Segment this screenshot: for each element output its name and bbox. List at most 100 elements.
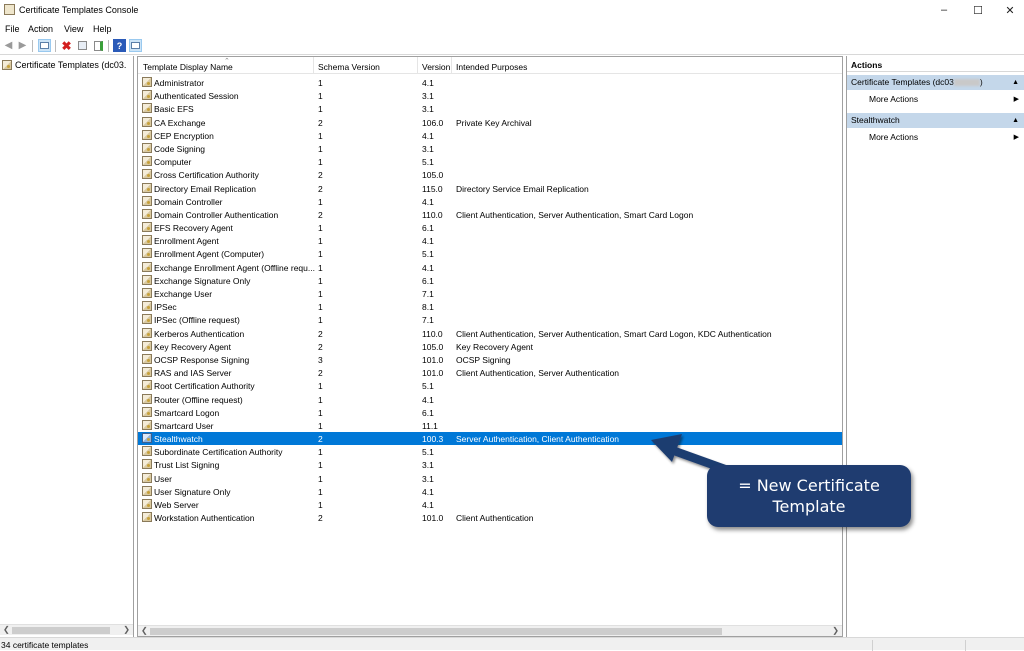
cell-schema-version: 2 — [318, 170, 323, 181]
table-row[interactable]: Key Recovery Agent 2 105.0 Key Recovery Age… — [138, 340, 842, 353]
table-row[interactable]: OCSP Response Signing 3 101.0 OCSP Signing — [138, 353, 842, 366]
table-row[interactable]: EFS Recovery Agent 1 6.1 — [138, 221, 842, 234]
column-separator[interactable] — [417, 57, 418, 74]
table-row[interactable]: Code Signing 1 3.1 — [138, 142, 842, 155]
certificate-template-icon — [142, 353, 152, 364]
cell-schema-version: 1 — [318, 394, 323, 405]
tree-horizontal-scrollbar[interactable]: ❮ ❯ — [0, 624, 133, 635]
table-row[interactable]: Kerberos Authentication 2 110.0 Client Auth… — [138, 327, 842, 340]
collapse-icon[interactable]: ▲ — [1012, 113, 1019, 128]
table-row[interactable]: Smartcard Logon 1 6.1 — [138, 406, 842, 419]
table-row[interactable]: RAS and IAS Server 2 101.0 Client Authentic… — [138, 366, 842, 379]
certificate-template-icon — [142, 182, 152, 193]
certificate-template-icon — [142, 261, 152, 272]
table-row[interactable]: Computer 1 5.1 — [138, 155, 842, 168]
cell-version: 101.0 — [422, 354, 444, 365]
certificate-template-icon — [142, 235, 152, 246]
menu-action[interactable]: Action — [28, 24, 53, 34]
certificate-template-icon — [142, 274, 152, 285]
table-row[interactable]: Enrollment Agent 1 4.1 — [138, 234, 842, 247]
scroll-left-icon[interactable]: ❮ — [141, 626, 148, 635]
more-actions-stealthwatch[interactable]: More Actions ▶ — [847, 130, 1024, 145]
close-button[interactable]: ✕ — [993, 0, 1024, 20]
tree-item-certificate-templates[interactable]: Certificate Templates (dc03.g — [2, 58, 132, 71]
menu-bar: File Action View Help — [0, 20, 1024, 37]
scrollbar-thumb[interactable] — [150, 628, 722, 635]
cell-version: 11.1 — [422, 420, 438, 431]
table-row[interactable]: Smartcard User 1 11.1 — [138, 419, 842, 432]
cell-version: 4.1 — [422, 394, 434, 405]
column-header-version[interactable]: Version — [422, 62, 450, 72]
list-horizontal-scrollbar[interactable]: ❮ ❯ — [138, 625, 842, 636]
scrollbar-thumb[interactable] — [12, 627, 110, 634]
scroll-left-icon[interactable]: ❮ — [3, 625, 10, 634]
more-actions-certificate-templates[interactable]: More Actions ▶ — [847, 92, 1024, 107]
section-title: Stealthwatch — [851, 115, 900, 125]
callout-line-1: = New Certificate — [738, 476, 880, 495]
table-row[interactable]: Exchange Signature Only 1 6.1 — [138, 274, 842, 287]
table-row[interactable]: Domain Controller Authentication 2 110.0 Cl… — [138, 208, 842, 221]
certificate-template-icon — [142, 327, 152, 338]
cell-intended-purposes: Client Authentication, Server Authentica… — [456, 209, 694, 220]
table-row[interactable]: Administrator 1 4.1 — [138, 76, 842, 89]
console-tree-pane: Certificate Templates (dc03.g ❮ ❯ — [0, 56, 134, 637]
table-row[interactable]: Domain Controller 1 4.1 — [138, 195, 842, 208]
table-row[interactable]: CEP Encryption 1 4.1 — [138, 129, 842, 142]
properties-icon[interactable] — [76, 39, 89, 52]
table-row[interactable]: Directory Email Replication 2 115.0 Directo… — [138, 182, 842, 195]
table-row[interactable]: Exchange Enrollment Agent (Offline requ.… — [138, 261, 842, 274]
actions-section-certificate-templates[interactable]: Certificate Templates (dc03) ▲ — [847, 75, 1024, 90]
cell-version: 6.1 — [422, 407, 434, 418]
delete-icon[interactable]: ✖ — [60, 39, 73, 53]
table-row[interactable]: Enrollment Agent (Computer) 1 5.1 — [138, 247, 842, 260]
table-row[interactable]: Cross Certification Authority 2 105.0 — [138, 168, 842, 181]
cell-version: 101.0 — [422, 368, 444, 379]
table-row[interactable]: Exchange User 1 7.1 — [138, 287, 842, 300]
cell-intended-purposes: Client Authentication, Server Authentica… — [456, 368, 620, 379]
cell-intended-purposes: Client Authentication, Server Authentica… — [456, 328, 772, 339]
certificate-template-icon — [142, 301, 152, 312]
show-hide-tree-icon[interactable] — [38, 39, 51, 52]
table-row[interactable]: Authenticated Session 1 3.1 — [138, 89, 842, 102]
certificate-template-icon — [142, 77, 152, 87]
column-separator[interactable] — [313, 57, 314, 74]
table-row[interactable]: Router (Offline request) 1 4.1 — [138, 393, 842, 406]
back-icon[interactable]: ◀ — [2, 39, 15, 52]
scroll-right-icon[interactable]: ❯ — [123, 625, 130, 634]
table-row[interactable]: IPSec 1 8.1 — [138, 300, 842, 313]
help-icon[interactable]: ? — [113, 39, 126, 52]
table-row[interactable]: CA Exchange 2 106.0 Private Key Archival — [138, 116, 842, 129]
minimize-button[interactable]: – — [927, 0, 961, 20]
table-row[interactable]: IPSec (Offline request) 1 7.1 — [138, 313, 842, 326]
toolbar-separator — [32, 40, 33, 52]
certificate-template-icon — [142, 195, 152, 206]
menu-file[interactable]: File — [5, 24, 20, 34]
column-separator[interactable] — [451, 57, 452, 74]
certificate-template-icon — [142, 248, 152, 259]
table-row[interactable]: Stealthwatch 2 100.3 Server Authentication,… — [138, 432, 842, 446]
cell-schema-version: 1 — [318, 91, 323, 102]
menu-view[interactable]: View — [64, 24, 83, 34]
cell-template-name: Basic EFS — [154, 104, 194, 115]
table-row[interactable]: Root Certification Authority 1 5.1 — [138, 379, 842, 392]
column-header-name[interactable]: Template Display Name — [143, 62, 233, 72]
scroll-right-icon[interactable]: ❯ — [832, 626, 839, 635]
cell-schema-version: 1 — [318, 486, 323, 497]
column-header-purposes[interactable]: Intended Purposes — [456, 62, 527, 72]
cell-template-name: IPSec — [154, 302, 177, 313]
submenu-arrow-icon: ▶ — [1013, 96, 1019, 103]
cell-template-name: Trust List Signing — [154, 460, 220, 471]
maximize-button[interactable]: ☐ — [961, 0, 995, 20]
forward-icon[interactable]: ▶ — [16, 39, 29, 52]
table-row[interactable]: Subordinate Certification Authority 1 5.1 — [138, 445, 842, 458]
menu-help[interactable]: Help — [93, 24, 112, 34]
submenu-arrow-icon: ▶ — [1013, 134, 1019, 141]
actions-section-stealthwatch[interactable]: Stealthwatch ▲ — [847, 113, 1024, 128]
export-list-icon[interactable] — [92, 39, 105, 52]
column-header-schema[interactable]: Schema Version — [318, 62, 380, 72]
collapse-icon[interactable]: ▲ — [1012, 75, 1019, 90]
cell-template-name: Domain Controller Authentication — [154, 209, 279, 220]
table-row[interactable]: Basic EFS 1 3.1 — [138, 102, 842, 115]
certificate-template-icon — [142, 314, 152, 325]
show-hide-action-pane-icon[interactable] — [129, 39, 142, 52]
